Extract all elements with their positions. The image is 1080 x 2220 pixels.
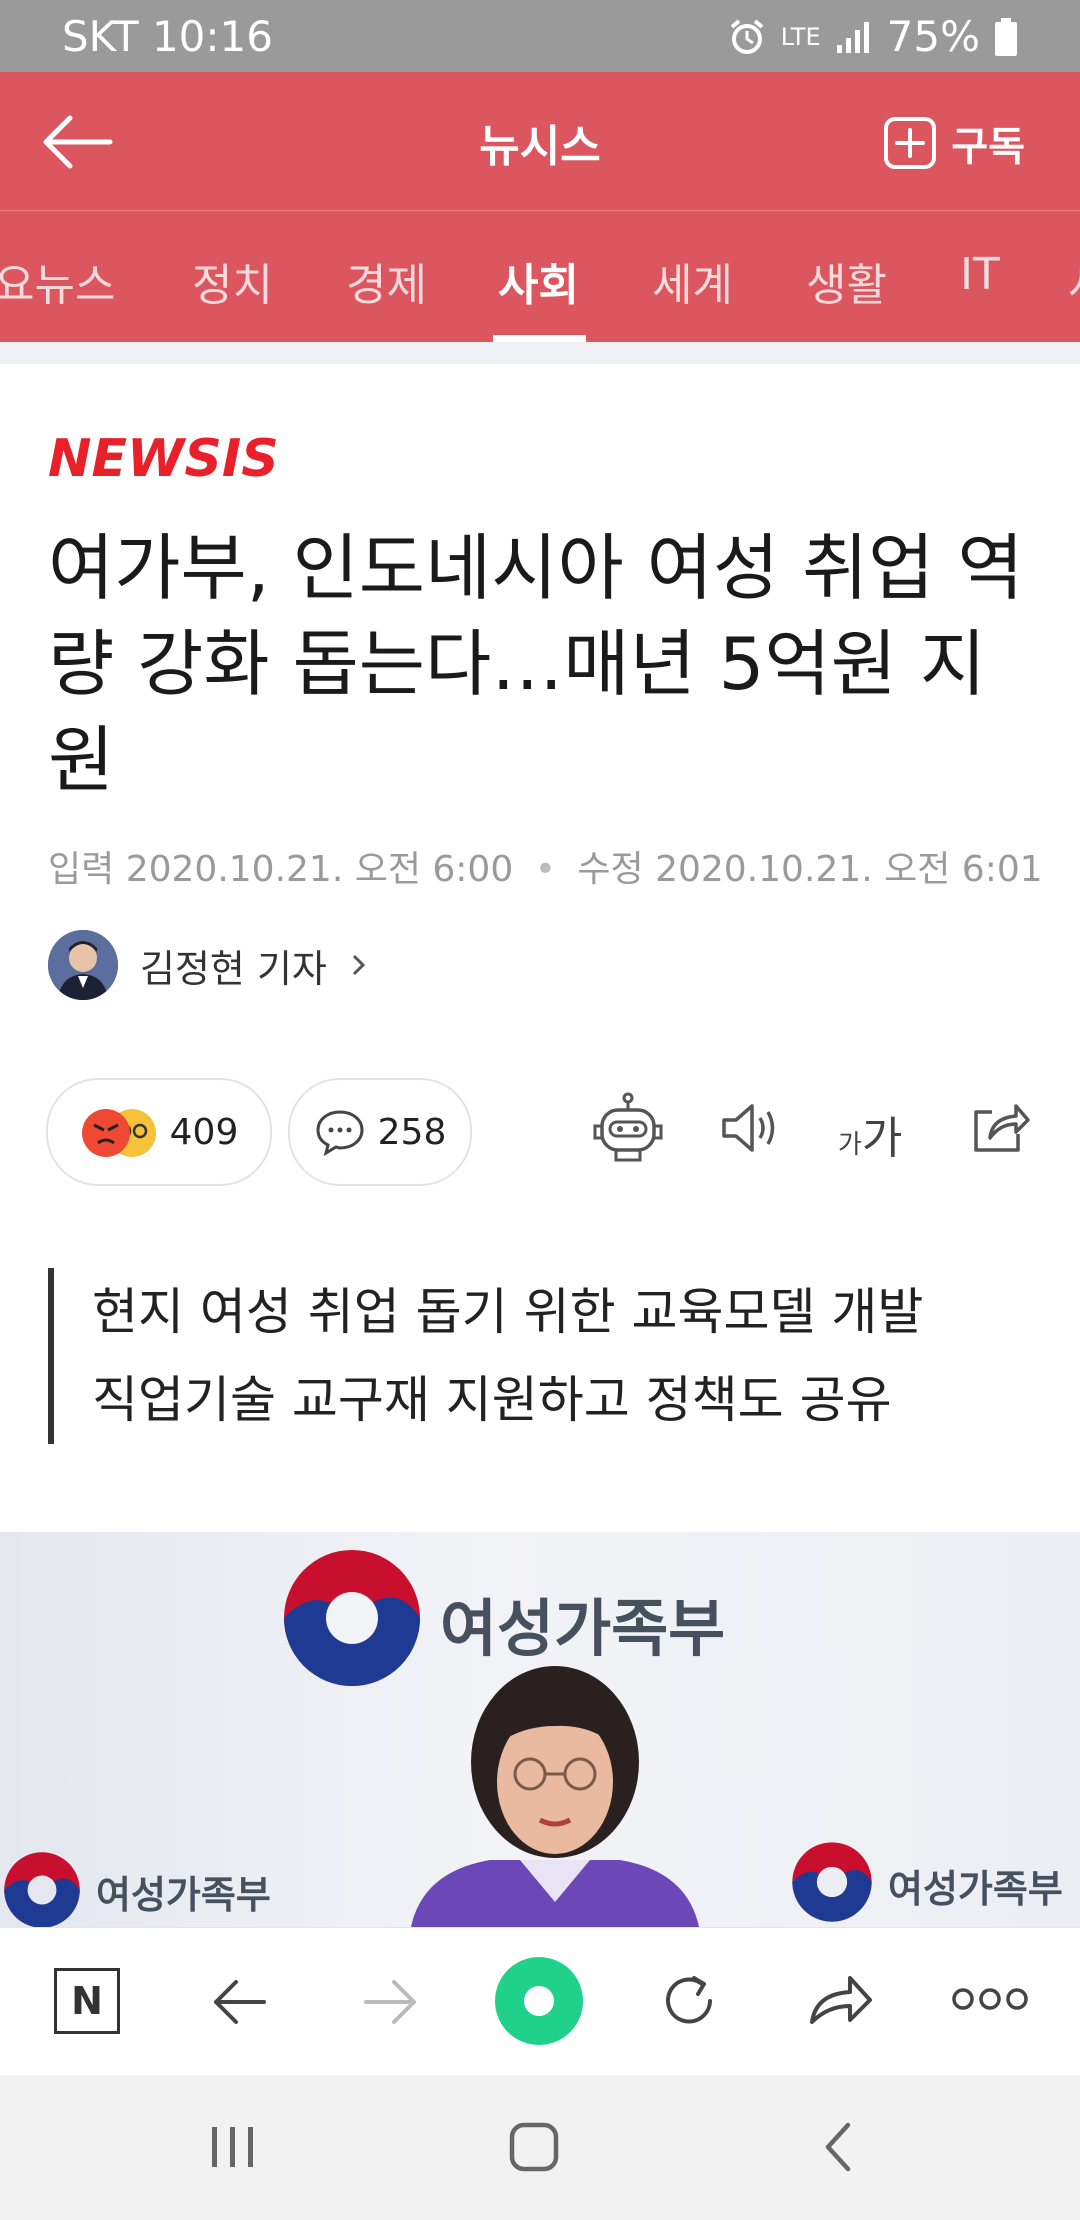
article-photo[interactable]: 여성가족부 여성가족부 여성가족부 [0,1532,1080,1927]
photo-banner-text: 여성가족부 [440,1592,726,1665]
modified-label: 수정 [577,849,644,890]
tab-economy[interactable]: 경제 [346,249,427,313]
speaker-icon[interactable] [718,1100,782,1156]
battery-percent: 75% [886,12,980,61]
section-tabs: 요뉴스 정치 경제 사회 세계 생활 IT 사 [0,210,1080,343]
refresh-icon[interactable] [658,1970,720,2032]
article-subheadline: 현지 여성 취업 돕기 위한 교육모델 개발 직업기술 교구재 지원하고 정책도… [48,1268,992,1444]
reaction-count: 409 [169,1111,239,1153]
tab-more[interactable]: 사 [1068,249,1080,313]
comment-bubble-icon [316,1110,364,1156]
tab-main-news[interactable]: 요뉴스 [0,249,115,313]
font-size-large-label: 가 [861,1113,903,1164]
tab-society[interactable]: 사회 [498,249,579,313]
comment-count: 258 [377,1111,447,1153]
network-type: LTE [780,22,821,51]
modified-time: 2020.10.21. 오전 6:01 [655,849,1043,890]
tab-it[interactable]: IT [960,249,1000,300]
green-dot-menu-icon[interactable] [494,1956,584,2046]
subheadline-line-1: 현지 여성 취업 돕기 위한 교육모델 개발 [92,1283,924,1341]
plus-square-icon [884,117,937,169]
input-label: 입력 [48,849,115,890]
battery-icon [995,17,1017,56]
browser-toolbar: N [0,1927,1080,2076]
tab-life[interactable]: 생활 [806,249,887,313]
system-nav-bar [0,2075,1080,2220]
meta-separator: • [534,849,556,890]
author-name: 김정현 기자 [140,946,327,991]
font-size-button[interactable]: 가가 [838,1102,902,1166]
reaction-button[interactable]: 409 [46,1078,272,1186]
mogef-emblem-left [4,1852,80,1927]
alarm-icon [730,18,764,54]
photo-left-text: 여성가족부 [96,1873,271,1917]
browser-share-icon[interactable] [806,1970,874,2030]
naver-home-label: N [71,1979,103,2023]
publisher-logo[interactable]: NEWSIS [48,428,318,492]
app-bar: 뉴시스 구독 [0,72,1080,210]
author-link[interactable]: 김정현 기자 [48,930,369,1000]
share-icon[interactable] [970,1098,1030,1156]
status-right-group: LTE 75% [727,12,1018,61]
speaker-person-figure [411,1666,699,1927]
article-headline: 여가부, 인도네시아 여성 취업 역량 강화 돕는다…매년 5억원 지원 [48,526,1024,802]
recent-apps-icon[interactable] [208,2123,258,2171]
tab-politics[interactable]: 정치 [192,249,273,313]
home-icon[interactable] [508,2121,560,2173]
signal-icon [836,21,869,53]
photo-right-text: 여성가족부 [888,1867,1063,1911]
browser-forward-icon[interactable] [360,1974,420,2030]
mogef-emblem-right [792,1842,872,1922]
subscribe-label: 구독 [951,124,1025,170]
status-bar: SKT 10:16 LTE 75% [0,0,1080,72]
author-avatar [48,930,118,1000]
more-dots-icon[interactable] [952,1986,1028,2012]
naver-home-button[interactable]: N [54,1968,120,2034]
tab-world[interactable]: 세계 [652,249,733,313]
font-size-small-label: 가 [838,1130,862,1160]
svg-text:NEWSIS: NEWSIS [48,429,279,488]
article-meta: 입력 2020.10.21. 오전 6:00 • 수정 2020.10.21. … [48,840,1043,892]
system-back-icon[interactable] [820,2121,856,2173]
chevron-right-icon [352,954,366,976]
robot-summary-icon[interactable] [592,1092,664,1168]
status-carrier-time: SKT 10:16 [62,12,273,61]
subheadline-line-2: 직업기술 교구재 지원하고 정책도 공유 [92,1371,892,1429]
comment-button[interactable]: 258 [288,1078,472,1186]
browser-back-icon[interactable] [210,1974,270,2030]
divider-band [0,342,1080,364]
subscribe-button[interactable]: 구독 [883,114,1025,172]
input-time: 2020.10.21. 오전 6:00 [125,849,514,890]
reaction-emoji-icon [81,1109,156,1157]
